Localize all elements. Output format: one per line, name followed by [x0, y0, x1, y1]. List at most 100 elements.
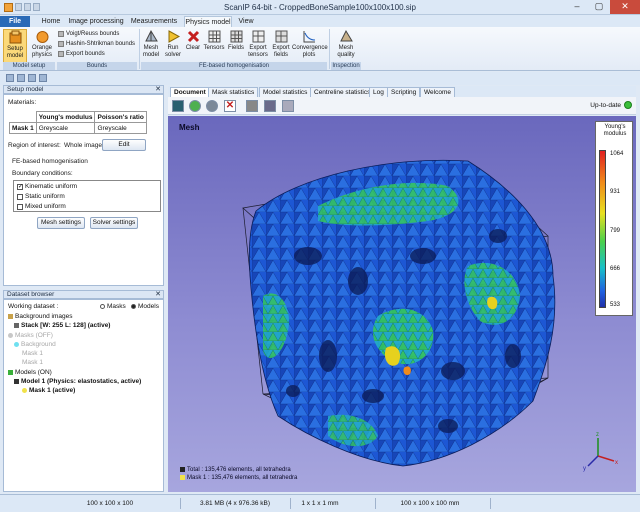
remove-x-icon[interactable]: ✕ [224, 100, 236, 112]
setup-panel: Materials: Young's modulus Poisson's rat… [3, 94, 164, 286]
tensors-button[interactable]: Tensors [203, 29, 225, 52]
convergence-plots-button[interactable]: Convergence plots [292, 29, 328, 59]
view-toolbar: ✕ Up-to-date [168, 97, 636, 115]
tree-model-mask-1[interactable]: Mask 1 (active) [22, 387, 75, 394]
checkbox[interactable] [17, 193, 23, 200]
materials-label: Materials: [8, 99, 37, 106]
svg-text:y: y [583, 466, 586, 472]
tree-background-images[interactable]: Background images [8, 313, 72, 320]
legend-tick: 931 [610, 189, 621, 195]
checkbox[interactable] [17, 203, 23, 210]
tab-image-processing[interactable]: Image processing [68, 16, 124, 27]
mesh-model-button[interactable]: Mesh model [141, 29, 161, 59]
save-icon[interactable] [6, 74, 14, 82]
tab-home[interactable]: Home [36, 16, 66, 27]
setup-model-button[interactable]: Setup model [3, 29, 27, 63]
tree-masks-off[interactable]: Masks (OFF) [8, 332, 53, 339]
solver-settings-button[interactable]: Solver settings [90, 217, 138, 229]
minimize-button[interactable]: – [566, 0, 588, 14]
hashin-shtrikman-button[interactable]: Hashin-Shtrikman bounds [58, 41, 135, 47]
mesh-quality-icon [339, 29, 353, 42]
mesh-info: Total : 135,476 elements, all tetrahedra… [180, 466, 297, 482]
tab-welcome[interactable]: Welcome [420, 87, 455, 97]
export-fields-button[interactable]: Export fields [271, 29, 291, 59]
status-green-icon [624, 101, 632, 109]
export-bounds-icon [58, 51, 64, 57]
status-bar: 100 x 100 x 100 3.81 MB (4 x 976.36 kB) … [0, 494, 640, 512]
svg-text:x: x [615, 460, 618, 466]
tree-stack[interactable]: Stack [W: 255 L: 128] (active) [14, 322, 110, 329]
ribbon-tabs: File Home Image processing Measurements … [0, 15, 640, 27]
tab-log[interactable]: Log [369, 87, 388, 97]
bc-static-uniform[interactable]: Static uniform [17, 193, 65, 200]
fe-homogenisation-label: FE-based homogenisation [12, 158, 88, 165]
export-bounds-button[interactable]: Export bounds [58, 51, 105, 57]
tab-physics-model[interactable]: Physics model [184, 16, 232, 27]
model-icon [14, 378, 19, 384]
tab-mask-statistics[interactable]: Mask statistics [208, 87, 259, 97]
panel-close-icon[interactable]: ✕ [155, 291, 161, 299]
open-icon[interactable] [17, 74, 25, 82]
fields-grid-icon [230, 30, 242, 43]
clear-x-icon [187, 30, 199, 43]
title-bar: ScanIP 64-bit - CroppedBoneSample100x100… [0, 0, 640, 15]
legend-color-bar [599, 150, 606, 308]
tab-view[interactable]: View [234, 16, 258, 27]
grid-view-icon[interactable] [282, 100, 294, 112]
close-button[interactable]: ✕ [610, 0, 640, 14]
edit-roi-button[interactable]: Edit [102, 139, 146, 151]
export-tensors-icon [252, 30, 264, 43]
maximize-button[interactable]: ▢ [588, 0, 610, 14]
legend-tick: 666 [610, 266, 621, 272]
tab-scripting[interactable]: Scripting [387, 87, 421, 97]
bc-mixed-uniform[interactable]: Mixed uniform [17, 203, 66, 210]
panel-close-icon[interactable]: ✕ [155, 86, 161, 94]
row-mask-name: Mask 1 [9, 122, 37, 134]
tree-mask-1[interactable]: Mask 1 [22, 350, 43, 357]
radio-selected-icon [131, 303, 136, 309]
mesh-settings-button[interactable]: Mesh settings [37, 217, 85, 229]
tree-models-on[interactable]: Models (ON) [8, 369, 52, 376]
refresh-icon[interactable] [189, 100, 201, 112]
tab-model-statistics[interactable]: Model statistics [259, 87, 312, 97]
undo-icon[interactable] [28, 74, 36, 82]
redo-icon[interactable] [39, 74, 47, 82]
settings-gear-icon[interactable] [206, 100, 218, 112]
orange-physics-icon [36, 31, 48, 43]
tab-document[interactable]: Document [170, 87, 210, 97]
young-cell[interactable]: Greyscale [35, 122, 96, 134]
tree-mask-1b[interactable]: Mask 1 [22, 359, 43, 366]
tree-model-1[interactable]: Model 1 (Physics: elastostatics, active) [14, 378, 141, 385]
3d-viewport[interactable]: Mesh z x y Young's modulus 1064 931 799 … [168, 116, 636, 492]
bc-kinematic-uniform[interactable]: ✓ Kinematic uniform [17, 183, 77, 190]
tab-measurements[interactable]: Measurements [128, 16, 180, 27]
radio-models[interactable]: Models [131, 303, 159, 310]
tree-mask-background[interactable]: Background [14, 341, 56, 348]
poisson-cell[interactable]: Greyscale [94, 122, 147, 134]
tab-file[interactable]: File [0, 16, 30, 27]
col-young: Young's modulus [35, 111, 96, 123]
view-mode-icon[interactable] [246, 100, 258, 112]
radio-masks[interactable]: Masks [100, 303, 126, 310]
mesh-quality-button[interactable]: Mesh quality [333, 29, 359, 59]
orange-physics-button[interactable]: Orange physics [29, 29, 55, 63]
materials-table: Young's modulus Poisson's ratio Mask 1 G… [9, 111, 147, 134]
fields-button[interactable]: Fields [227, 29, 245, 52]
legend-tick: 1064 [610, 151, 624, 157]
view-orient-icon[interactable] [172, 100, 184, 112]
export-tensors-button[interactable]: Export tensors [247, 29, 269, 59]
run-solver-button[interactable]: Run solver [163, 29, 183, 59]
checkbox-checked[interactable]: ✓ [17, 183, 23, 190]
status-spacing: 1 x 1 x 1 mm [301, 500, 339, 507]
bone-mesh-render[interactable]: z x y [168, 116, 636, 492]
roi-label: Region of interest: [8, 142, 61, 149]
secondary-toolbar [0, 72, 640, 85]
tensors-grid-icon [208, 30, 220, 43]
setup-panel-header: Setup model ✕ [3, 85, 164, 94]
tab-centreline-statistics[interactable]: Centreline statistics [310, 87, 375, 97]
voigt-reuss-button[interactable]: Voigt/Reuss bounds [58, 31, 119, 37]
status-size: 100 x 100 x 100 mm [400, 500, 460, 507]
camera-icon[interactable] [264, 100, 276, 112]
clear-button[interactable]: Clear [185, 29, 201, 52]
window-title: ScanIP 64-bit - CroppedBoneSample100x100… [224, 3, 416, 12]
